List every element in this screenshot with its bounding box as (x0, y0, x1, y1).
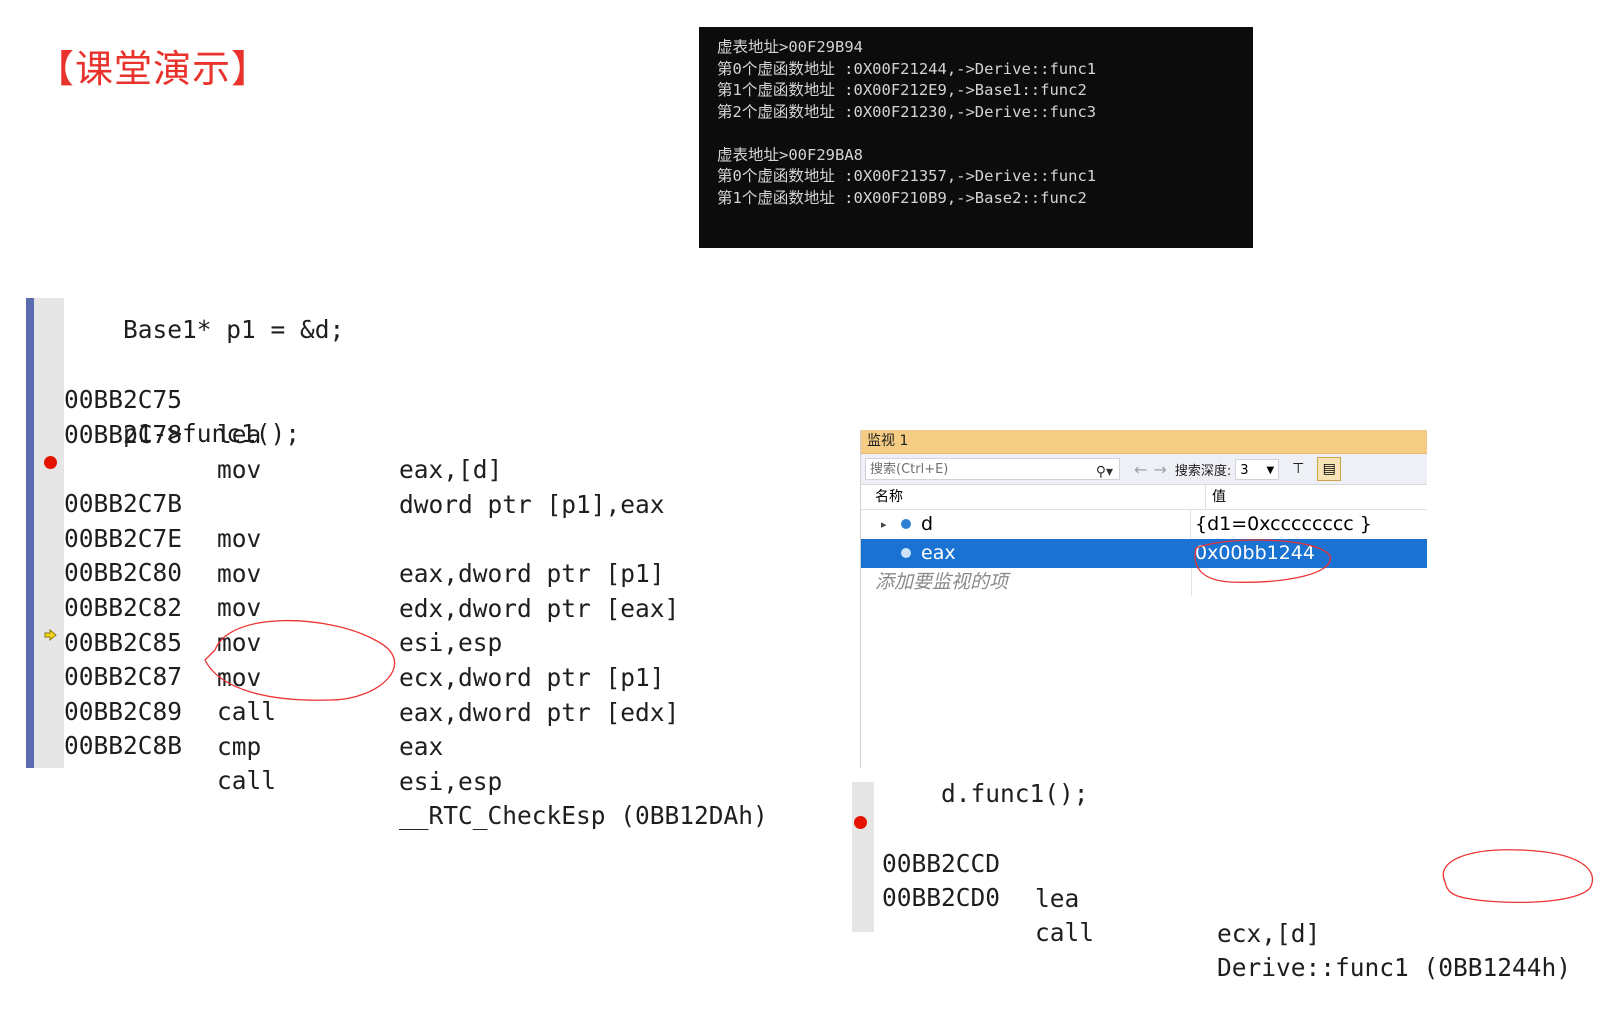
watch-title: 监视 1 (861, 430, 1427, 454)
disasm-row[interactable]: 00BB2C75 lea eax,[d] (64, 347, 824, 484)
watch-value[interactable]: 0x00bb1244 (1191, 539, 1315, 568)
console-output: 虚表地址>00F29B94 第0个虚函数地址 :0X00F21244,->Der… (699, 27, 1253, 248)
watch-window: 监视 1 搜索(Ctrl+E) ⚲▾ ← → 搜索深度: 3 ▼ ⊤ ▤ 名称 … (860, 430, 1427, 768)
operands: Derive::func1 (0BB1244h) (1217, 953, 1572, 982)
add-watch-row[interactable]: 添加要监视的项 (861, 568, 1427, 596)
variable-icon (901, 548, 911, 558)
source-line: Base1* p1 = &d; (64, 315, 345, 344)
source-line: d.func1(); (882, 779, 1089, 808)
breakpoint-gutter[interactable] (852, 782, 874, 932)
breakpoint-gutter[interactable] (34, 298, 64, 768)
operands: __RTC_CheckEsp (0BB12DAh) (399, 801, 768, 830)
console-line: 虚表地址>00F29B94 (717, 38, 863, 56)
watch-header: 名称 值 (861, 485, 1427, 510)
disasm-row-current[interactable]: 00BB2C87 call eax (64, 624, 824, 761)
address: 00BB2C8B (64, 731, 183, 760)
disasm-row[interactable]: 00BB2C7B mov eax,dword ptr [p1] (64, 451, 824, 588)
disassembly-panel: Base1* p1 = &d; 00BB2C75 lea eax,[d] 00B… (26, 298, 826, 830)
search-placeholder: 搜索(Ctrl+E) (870, 462, 949, 477)
search-depth-value: 3 (1240, 462, 1249, 478)
forward-arrow-icon[interactable]: → (1153, 460, 1166, 479)
disasm-row[interactable]: 00BB2C8B call __RTC_CheckEsp (0BB12DAh) (64, 693, 824, 830)
search-depth-label: 搜索深度: (1174, 463, 1232, 479)
disasm-row[interactable]: 00BB2C85 mov eax,dword ptr [edx] (64, 590, 824, 727)
disasm-row[interactable]: 00BB2C7E mov edx,dword ptr [eax] (64, 486, 824, 623)
pin-icon[interactable]: ⊤ (1287, 458, 1309, 480)
col-name-header[interactable]: 名称 (861, 485, 1206, 509)
watch-row[interactable]: ▸ d {d1=0xcccccccc } (861, 510, 1427, 539)
disasm-row[interactable]: 00BB2C82 mov ecx,dword ptr [p1] (64, 555, 824, 692)
operands: ecx,[d] (1217, 919, 1321, 948)
disasm-row[interactable]: 00BB2CCD lea ecx,[d] (882, 811, 1602, 948)
console-line: 第1个虚函数地址 :0X00F210B9,->Base2::func2 (717, 188, 1087, 207)
disassembly-panel-2: d.func1(); 00BB2CCD lea ecx,[d] 00BB2CD0… (852, 779, 1604, 982)
opcode: lea (1035, 884, 1080, 913)
disasm-row[interactable]: 00BB2C80 mov esi,esp (64, 520, 824, 657)
address: 00BB2CD0 (882, 883, 1001, 912)
console-line: 第0个虚函数地址 :0X00F21357,->Derive::func1 (717, 167, 1097, 185)
disasm-row[interactable]: 00BB2CD0 call Derive::func1 (0BB1244h) (882, 845, 1602, 982)
variable-icon (901, 519, 911, 529)
watch-value[interactable]: {d1=0xcccccccc } (1191, 510, 1372, 539)
search-depth-select[interactable]: 3 ▼ (1235, 458, 1280, 480)
opcode: cmp (217, 732, 262, 761)
slide-title: 【课堂演示】 (36, 47, 271, 91)
operands: esi,esp (399, 767, 503, 796)
chevron-down-icon: ▼ (1266, 464, 1275, 476)
back-arrow-icon[interactable]: ← (1134, 460, 1147, 479)
expand-triangle-icon[interactable]: ▸ (881, 510, 887, 539)
add-watch-placeholder: 添加要监视的项 (875, 568, 1192, 596)
editor-margin (26, 298, 34, 768)
breakpoint-icon[interactable] (44, 456, 57, 469)
watch-name: d (921, 513, 934, 535)
search-icon[interactable]: ⚲▾ (1096, 461, 1113, 483)
instruction-pointer-icon (44, 629, 57, 641)
hex-view-icon[interactable]: ▤ (1317, 457, 1342, 481)
console-line: 第0个虚函数地址 :0X00F21244,->Derive::func1 (717, 59, 1097, 78)
opcode: call (1035, 918, 1095, 947)
disasm-row[interactable]: 00BB2C78 mov dword ptr [p1],eax (64, 382, 824, 519)
source-line: p1->func1(); (64, 419, 301, 448)
operands: eax (399, 732, 444, 761)
console-line: 第1个虚函数地址 :0X00F212E9,->Base1::func2 (717, 81, 1087, 99)
watch-row-selected[interactable]: eax 0x00bb1244 (861, 539, 1427, 568)
console-line: 第2个虚函数地址 :0X00F21230,->Derive::func3 (717, 102, 1097, 121)
opcode: call (217, 766, 277, 795)
watch-toolbar: 搜索(Ctrl+E) ⚲▾ ← → 搜索深度: 3 ▼ ⊤ ▤ (861, 454, 1427, 485)
console-line: 虚表地址>00F29BA8 (717, 145, 863, 164)
search-input[interactable]: 搜索(Ctrl+E) ⚲▾ (865, 458, 1120, 480)
breakpoint-icon[interactable] (854, 816, 867, 829)
disasm-row[interactable]: 00BB2C89 cmp esi,esp (64, 659, 824, 796)
col-value-header[interactable]: 值 (1206, 485, 1226, 509)
watch-name: eax (921, 542, 956, 564)
